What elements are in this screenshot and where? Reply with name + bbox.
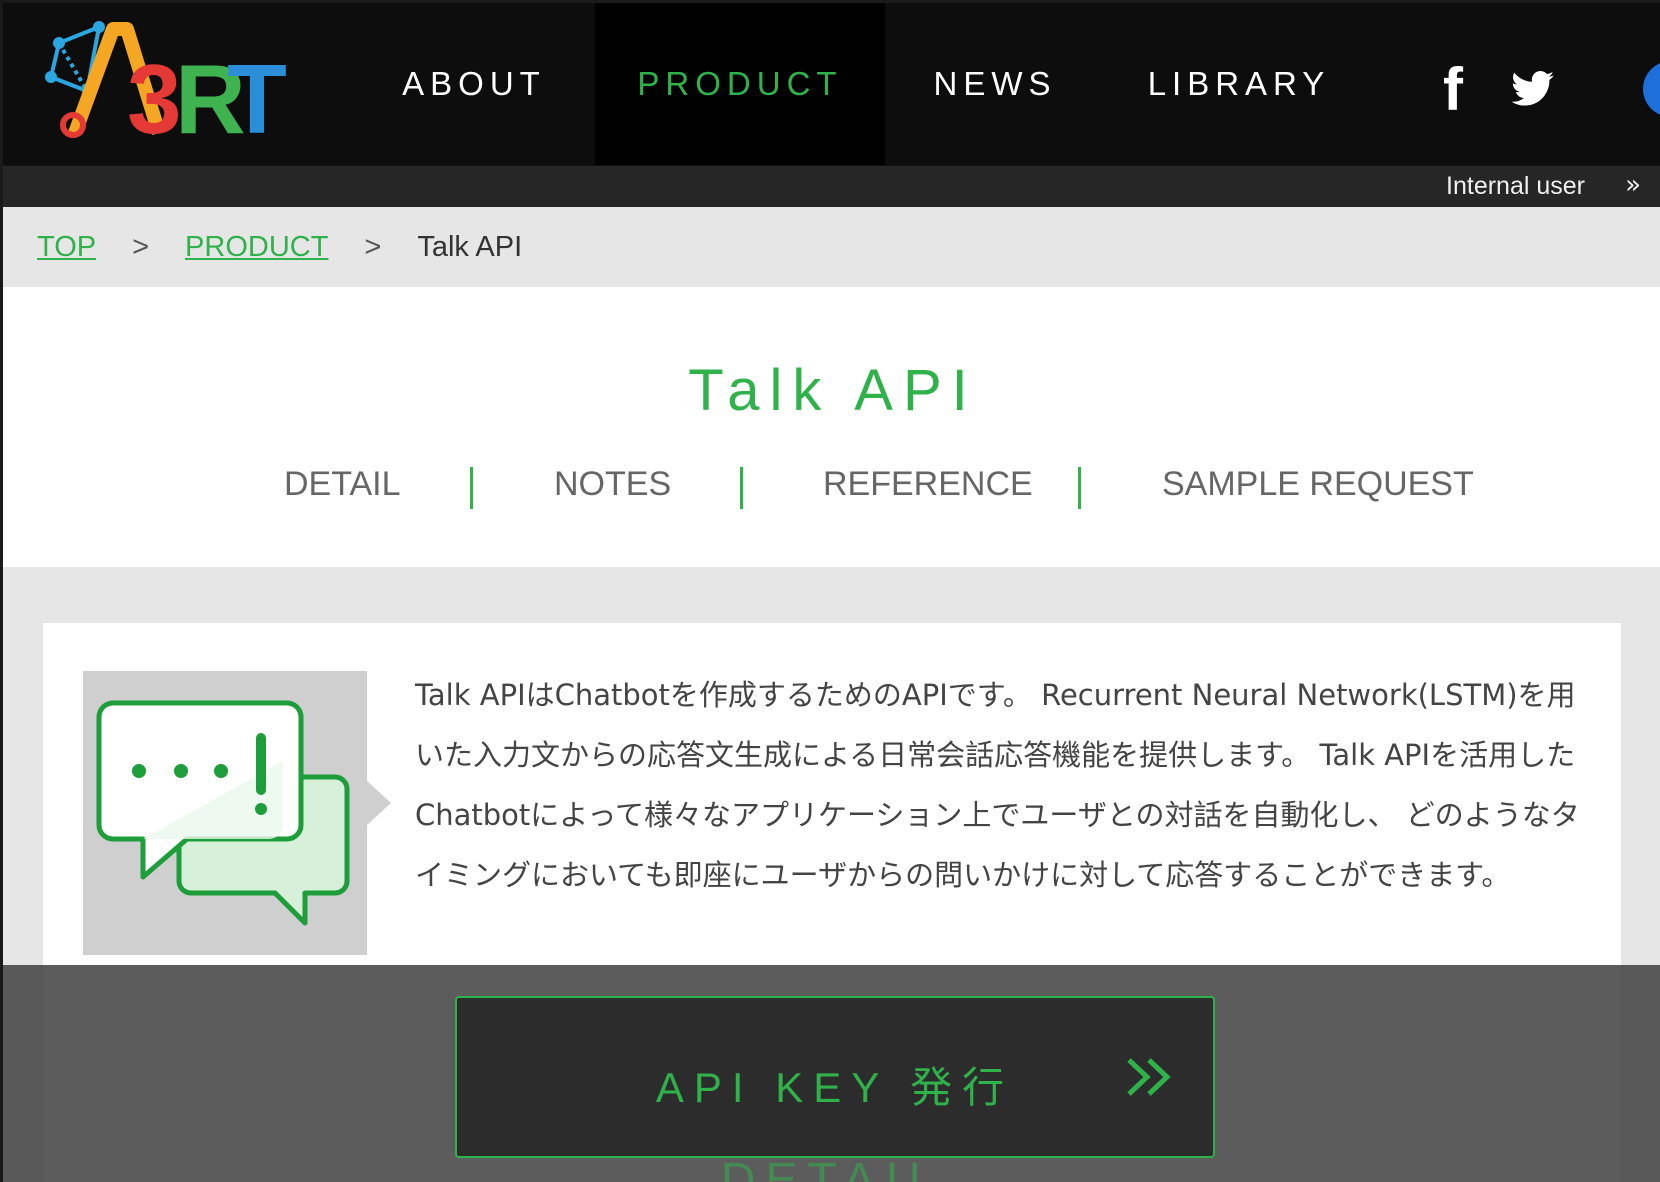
- breadcrumb-separator: >: [132, 230, 150, 263]
- nav-library[interactable]: LIBRARY: [1105, 3, 1373, 165]
- double-chevron-right-icon[interactable]: »: [1625, 170, 1641, 200]
- a3rt-logo[interactable]: 3 R T: [41, 21, 291, 147]
- breadcrumb-current: Talk API: [417, 230, 523, 263]
- tab-divider: [470, 467, 473, 509]
- svg-text:T: T: [227, 44, 287, 147]
- breadcrumb-separator: >: [364, 230, 382, 263]
- illustration-pointer: [367, 781, 391, 825]
- svg-text:3: 3: [127, 44, 182, 147]
- api-key-issue-label: API KEY 発行: [655, 1064, 1015, 1111]
- chat-bubbles-icon: [83, 671, 367, 955]
- side-tab[interactable]: [1643, 61, 1660, 117]
- tab-divider: [740, 467, 743, 509]
- tab-sample-request[interactable]: SAMPLE REQUEST: [1162, 465, 1474, 504]
- double-chevron-right-icon: [1127, 1058, 1171, 1096]
- tab-divider: [1078, 467, 1081, 509]
- page-header-section: Talk API DETAIL NOTES REFERENCE SAMPLE R…: [3, 287, 1660, 567]
- tab-reference[interactable]: REFERENCE: [823, 465, 1033, 504]
- facebook-icon[interactable]: f: [1428, 56, 1478, 123]
- tab-detail[interactable]: DETAIL: [284, 465, 401, 504]
- main-nav: ABOUT PRODUCT NEWS LIBRARY: [353, 3, 1373, 165]
- page-title: Talk API: [688, 358, 978, 423]
- breadcrumb: TOP > PRODUCT > Talk API: [3, 207, 1660, 287]
- internal-user-link[interactable]: Internal user: [1446, 172, 1585, 201]
- tab-notes[interactable]: NOTES: [554, 465, 671, 504]
- breadcrumb-top[interactable]: TOP: [37, 231, 96, 264]
- twitter-icon[interactable]: [1503, 59, 1563, 119]
- nav-news[interactable]: NEWS: [885, 3, 1105, 165]
- product-description: Talk APIはChatbotを作成するためのAPIです。 Recurrent…: [415, 678, 1580, 892]
- nav-about[interactable]: ABOUT: [353, 3, 595, 165]
- section-tabs: DETAIL NOTES REFERENCE SAMPLE REQUEST: [3, 465, 1660, 511]
- nav-product[interactable]: PRODUCT: [595, 3, 885, 165]
- api-key-issue-button[interactable]: API KEY 発行: [455, 996, 1215, 1158]
- internal-user-bar: Internal user »: [3, 165, 1660, 207]
- breadcrumb-product[interactable]: PRODUCT: [185, 231, 328, 264]
- top-navigation-bar: 3 R T ABOUT PRODUCT NEWS LIBRARY f: [3, 3, 1660, 165]
